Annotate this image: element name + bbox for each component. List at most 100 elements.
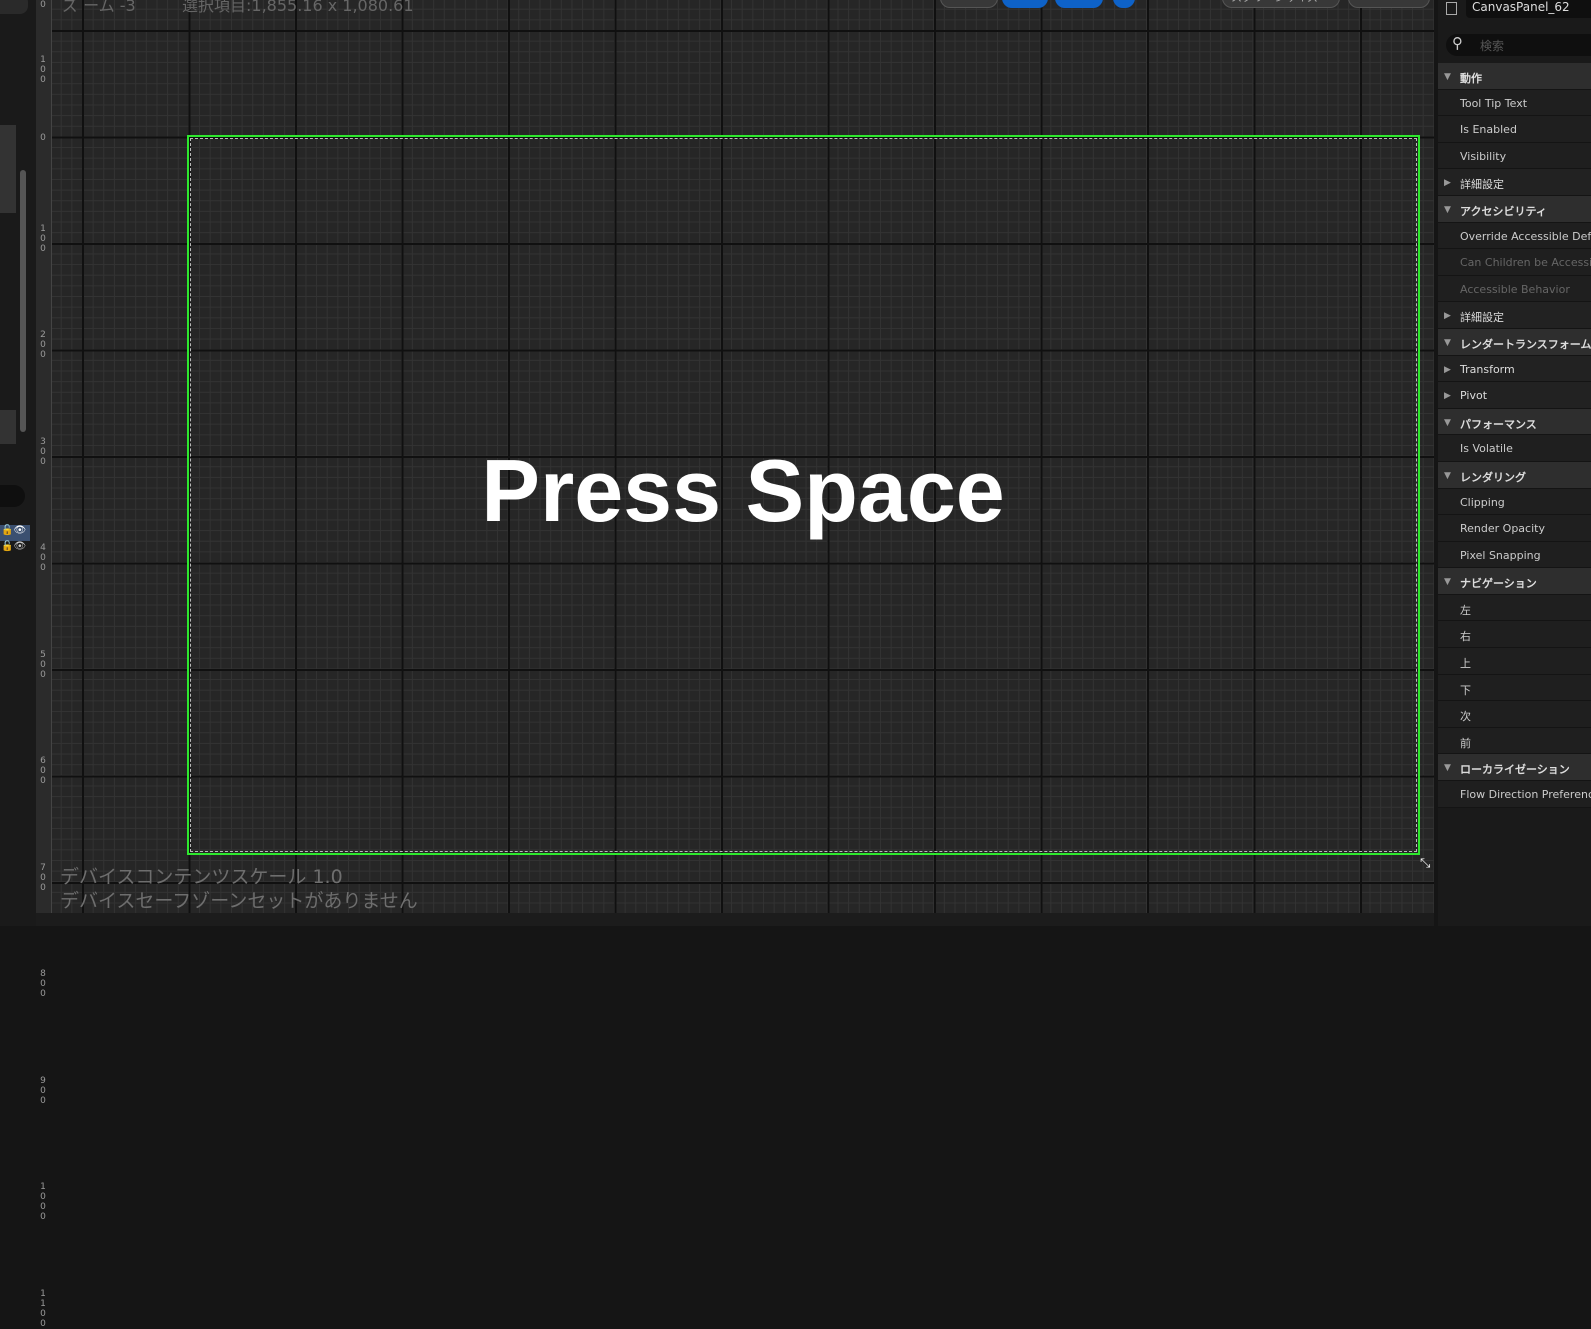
row-label: Can Children be Accessible [1460,256,1591,270]
fill-screen-dropdown[interactable]: Fill Screen [1348,0,1430,8]
expand-arrow-icon[interactable]: ▶ [1444,178,1451,188]
safe-zone-label: デバイスセーフゾーンセットがありません [60,890,418,912]
zoom-label: ズ ーム -3 [62,0,136,15]
details-subsection[interactable]: ▶ Transform [1438,355,1591,383]
widget-icon [1446,2,1457,15]
details-property-row[interactable]: Clipping [1438,488,1591,516]
row-label: アクセシビリティ [1460,204,1547,218]
ruler-label: 8 0 0 [40,969,46,999]
ruler-label: 0 [40,0,46,10]
ruler-label: 0 [40,133,46,143]
details-subsection[interactable]: ▶ 詳細設定 [1438,169,1591,196]
row-label: 次 [1460,710,1471,724]
toolbar-button-snap[interactable] [1055,0,1103,8]
row-label: Is Volatile [1460,442,1513,456]
details-section-header[interactable]: ▼ ナビゲーション [1438,568,1591,595]
collapse-arrow-icon[interactable]: ▼ [1444,72,1451,82]
expand-arrow-icon[interactable]: ▶ [1444,365,1451,375]
hierarchy-row[interactable]: 🔓👁 [0,541,30,557]
details-property-row[interactable]: Render Opacity [1438,515,1591,542]
resize-handle-icon[interactable]: ⤡ [1420,856,1430,871]
collapse-arrow-icon[interactable]: ▼ [1444,418,1451,428]
details-property-row[interactable]: Accessible Behavior [1438,275,1591,303]
details-section-header[interactable]: ▼ レンダートランスフォーム [1438,328,1591,356]
collapse-arrow-icon[interactable]: ▼ [1444,577,1451,587]
details-property-row[interactable]: Is Enabled [1438,116,1591,143]
expand-arrow-icon[interactable]: ▶ [1444,311,1451,321]
row-label: Render Opacity [1460,522,1545,536]
row-label: Tool Tip Text [1460,96,1528,110]
panel-button[interactable] [0,0,28,14]
eye-icon[interactable]: 👁 [13,525,26,536]
ruler-label: 1 0 0 [40,55,46,85]
row-label: Pixel Snapping [1460,548,1541,562]
details-property-row[interactable]: Visibility [1438,142,1591,170]
row-label: 上 [1460,657,1471,671]
details-property-row[interactable]: 次 [1438,701,1591,728]
details-property-row[interactable]: Can Children be Accessible [1438,249,1591,276]
details-property-row[interactable]: 前 [1438,727,1591,755]
search-placeholder: 検索 [1480,39,1505,53]
device-scale-label: デバイスコンテンツスケール 1.0 [60,866,343,888]
panel-block [0,125,16,213]
row-label: Visibility [1460,149,1507,163]
screen-size-dropdown[interactable]: スクリーンサイズ [1222,0,1340,8]
hierarchy-row-selected[interactable]: 🔓👁 [0,525,30,541]
lock-icon[interactable]: 🔓 [1,525,13,536]
details-rows: ▼ 動作 Tool Tip Text Is Enabled Visibility ▶ 詳細設… [1438,63,1591,808]
row-label: レンダートランスフォーム [1460,337,1591,351]
scrollbar[interactable] [20,170,26,432]
row-label: レンダリング [1460,470,1526,484]
details-section-header[interactable]: ▼ レンダリング [1438,461,1591,489]
details-property-row[interactable]: Override Accessible Defaults [1438,222,1591,250]
row-label: Transform [1460,362,1515,376]
vertical-ruler: 0 1 0 0 0 1 0 0 2 0 0 3 0 0 4 0 0 5 0 0 6 0 0 7 0… [36,0,52,1329]
row-label: Clipping [1460,495,1505,509]
details-section-header[interactable]: ▼ 動作 [1438,63,1591,90]
details-subsection[interactable]: ▶ Pivot [1438,382,1591,409]
row-label: 下 [1460,683,1471,697]
hierarchy-panel: 🔓👁 🔓👁 [0,0,36,926]
press-space-text[interactable]: Press Space [52,440,1434,542]
collapse-arrow-icon[interactable]: ▼ [1444,763,1451,773]
ruler-label: 1 1 0 0 [40,1288,46,1329]
details-property-row[interactable]: 左 [1438,594,1591,622]
row-label: 詳細設定 [1460,178,1504,192]
row-label: ナビゲーション [1460,577,1537,591]
details-panel: CanvasPanel_62 ⚲ 検索 ▼ 動作 Tool Tip Text Is En… [1438,0,1591,926]
panel-block [0,410,16,444]
details-property-row[interactable]: Flow Direction Preference [1438,781,1591,808]
toolbar-button-select[interactable] [1002,0,1048,8]
hierarchy-search[interactable] [0,485,25,507]
details-section-header[interactable]: ▼ ローカライゼーション [1438,754,1591,782]
toolbar-button-grid[interactable] [1113,0,1135,8]
selection-size-label: 選択項目:1,855.16 x 1,080.61 [182,0,414,15]
widget-name-field[interactable]: CanvasPanel_62 [1466,0,1591,18]
collapse-arrow-icon[interactable]: ▼ [1444,205,1451,215]
details-property-row[interactable]: 右 [1438,621,1591,649]
row-label: Accessible Behavior [1460,282,1570,296]
toolbar-button-transform[interactable] [940,0,998,8]
ruler-label: 9 0 0 [40,1075,46,1106]
horizontal-scrollbar[interactable] [36,913,1434,926]
ruler-label: 2 0 0 [40,330,46,360]
row-label: 前 [1460,736,1471,750]
details-subsection[interactable]: ▶ 詳細設定 [1438,302,1591,329]
collapse-arrow-icon[interactable]: ▼ [1444,471,1451,481]
details-search-input[interactable]: ⚲ 検索 [1446,34,1591,56]
row-label: パフォーマンス [1460,417,1537,431]
expand-arrow-icon[interactable]: ▶ [1444,391,1451,401]
row-label: Flow Direction Preference [1460,788,1591,802]
details-property-row[interactable]: 下 [1438,674,1591,702]
details-property-row[interactable]: Pixel Snapping [1438,541,1591,569]
ruler-label: 1 0 0 0 [40,1182,46,1222]
details-property-row[interactable]: Is Volatile [1438,435,1591,462]
details-section-header[interactable]: ▼ パフォーマンス [1438,408,1591,436]
details-property-row[interactable]: 上 [1438,648,1591,675]
collapse-arrow-icon[interactable]: ▼ [1444,338,1451,348]
designer-canvas[interactable]: ズ ーム -3 選択項目:1,855.16 x 1,080.61 スクリーンサイ… [52,0,1434,913]
details-section-header[interactable]: ▼ アクセシビリティ [1438,195,1591,223]
lock-icon[interactable]: 🔓 [1,541,13,552]
eye-icon[interactable]: 👁 [13,541,26,552]
details-property-row[interactable]: Tool Tip Text [1438,89,1591,117]
